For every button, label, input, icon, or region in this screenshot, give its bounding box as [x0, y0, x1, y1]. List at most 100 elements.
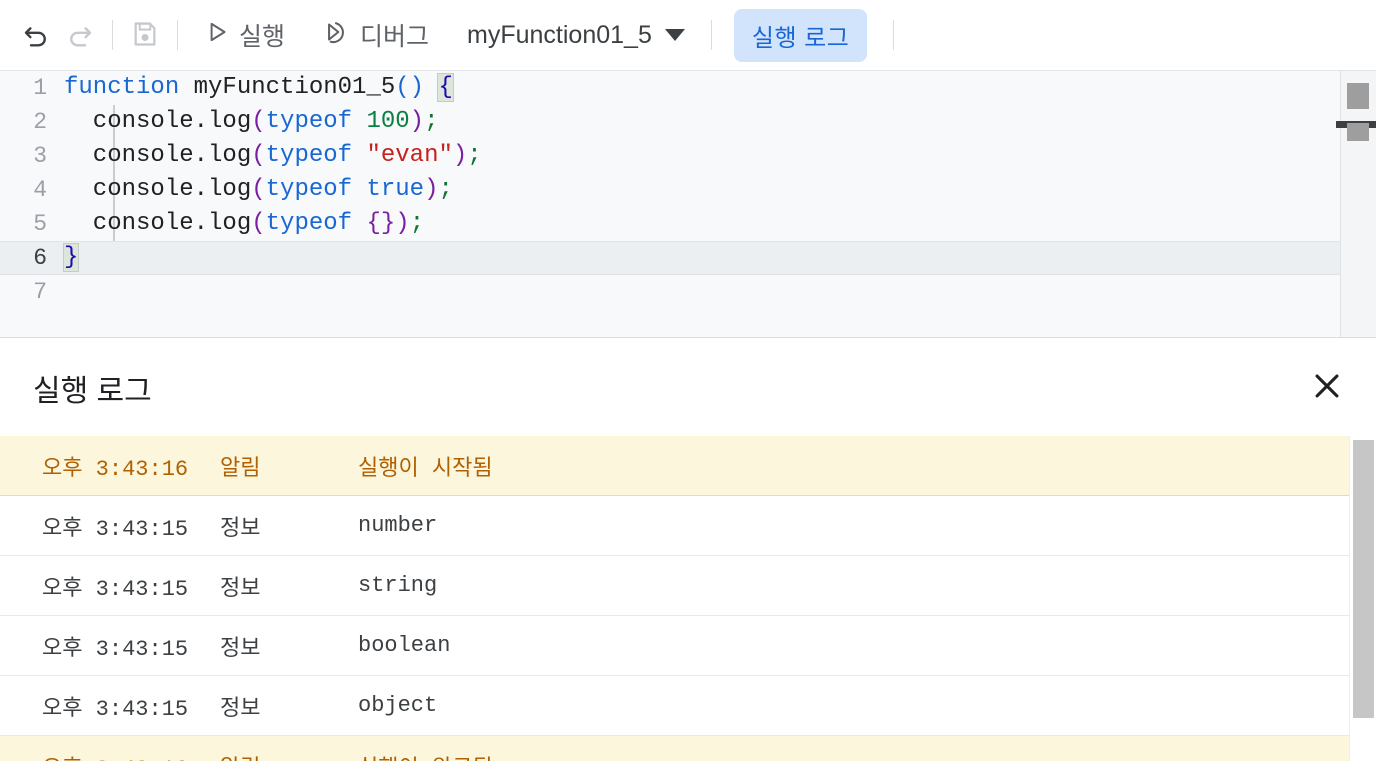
close-icon — [1310, 369, 1344, 406]
redo-icon — [65, 19, 95, 52]
token-boolean: true — [352, 176, 425, 203]
log-level: 정보 — [220, 696, 261, 722]
token-object: console — [64, 142, 194, 169]
token-string: "evan" — [352, 142, 453, 169]
token-close-brace: } — [62, 243, 80, 272]
token-method: .log — [193, 108, 252, 135]
token-typeof: typeof — [265, 176, 353, 203]
line-number: 5 — [33, 211, 47, 237]
save-floppy-icon — [131, 20, 159, 51]
play-icon — [204, 19, 230, 52]
debug-button[interactable]: 디버그 — [313, 11, 437, 60]
token-typeof: typeof — [265, 142, 353, 169]
debug-label: 디버그 — [360, 23, 430, 51]
code-line-2[interactable]: 2 console.log(typeof 100); — [0, 105, 1376, 139]
line-number: 1 — [33, 75, 47, 101]
line-number: 4 — [33, 177, 47, 203]
log-message: 실행이 완료됨 — [358, 750, 493, 761]
log-level: 정보 — [220, 576, 261, 602]
token-semicolon: ; — [409, 210, 425, 237]
token-identifier: myFunction01_5 — [179, 74, 396, 101]
log-timestamp: 오후 3:43:16 — [42, 456, 189, 482]
toolbar-divider-4 — [893, 20, 895, 50]
code-editor[interactable]: 1 function myFunction01_5() { 2 console.… — [0, 71, 1376, 337]
token-open-brace: { — [437, 73, 454, 102]
token-paren-open: ( — [251, 142, 266, 169]
toolbar: 실행 디버그 myFunction01_5 실행 로그 — [0, 0, 1376, 71]
debug-icon — [321, 17, 351, 54]
token-method: .log — [193, 142, 252, 169]
code-line-1[interactable]: 1 function myFunction01_5() { — [0, 71, 1376, 105]
token-typeof: typeof — [265, 210, 353, 237]
close-log-panel-button[interactable] — [1300, 360, 1354, 414]
code-line-7[interactable]: 7 — [0, 275, 1376, 309]
log-timestamp: 오후 3:43:15 — [42, 576, 189, 602]
code-line-4[interactable]: 4 console.log(typeof true); — [0, 173, 1376, 207]
toolbar-divider-1 — [112, 20, 113, 50]
code-line-6-active[interactable]: 6 } — [0, 241, 1376, 275]
line-number: 7 — [33, 279, 47, 305]
toolbar-divider-2 — [177, 20, 178, 50]
function-name-label: myFunction01_5 — [467, 20, 652, 49]
log-message: number — [358, 513, 438, 538]
code-line-text: console.log(typeof {}); — [64, 207, 424, 241]
code-line-text: console.log(typeof "evan"); — [64, 139, 482, 173]
token-semicolon: ; — [467, 142, 482, 169]
execution-log-panel: 실행 로그 오후 3:43:16 알림 실행이 시작됨 오후 3:43:15 정… — [0, 337, 1376, 761]
token-paren-close: ) — [409, 108, 425, 135]
token-paren-close: ) — [424, 176, 439, 203]
log-timestamp: 오후 3:43:15 — [42, 696, 189, 722]
log-row[interactable]: 오후 3:43:15 정보 object — [0, 676, 1349, 736]
undo-icon — [21, 19, 51, 52]
token-object: console — [64, 108, 194, 135]
token-paren-close: ) — [395, 210, 410, 237]
token-object: console — [64, 210, 194, 237]
log-level: 알림 — [220, 456, 261, 482]
token-paren-close: ) — [452, 142, 468, 169]
log-row[interactable]: 오후 3:43:15 정보 boolean — [0, 616, 1349, 676]
log-message: string — [358, 573, 438, 598]
log-row[interactable]: 오후 3:43:16 알림 실행이 완료됨 — [0, 736, 1349, 761]
token-object-literal: {} — [352, 210, 396, 237]
apps-script-editor-window: 실행 디버그 myFunction01_5 실행 로그 1 function m… — [0, 0, 1376, 761]
token-keyword: function — [64, 74, 180, 101]
token-semicolon: ; — [438, 176, 453, 203]
token-paren-open: ( — [251, 176, 266, 203]
log-level: 알림 — [220, 750, 260, 761]
log-message: object — [358, 693, 438, 718]
log-message: 실행이 시작됨 — [358, 456, 493, 482]
token-parens: () — [395, 74, 425, 101]
execution-log-tab[interactable]: 실행 로그 — [733, 8, 868, 62]
run-button[interactable]: 실행 — [196, 11, 293, 59]
log-scrollbar-thumb[interactable] — [1353, 440, 1374, 718]
log-row[interactable]: 오후 3:43:15 정보 string — [0, 556, 1349, 616]
minimap-marker — [1347, 123, 1369, 141]
editor-minimap[interactable] — [1336, 71, 1376, 337]
run-label: 실행 — [239, 23, 286, 51]
redo-button[interactable] — [58, 13, 102, 57]
undo-button[interactable] — [14, 13, 58, 57]
log-timestamp: 오후 3:43:16 — [42, 750, 188, 761]
log-row[interactable]: 오후 3:43:15 정보 number — [0, 496, 1349, 556]
log-level: 정보 — [220, 636, 261, 662]
code-line-text: console.log(typeof true); — [64, 173, 453, 207]
save-button[interactable] — [123, 13, 167, 57]
code-line-text: } — [62, 241, 80, 275]
token-typeof: typeof — [265, 108, 353, 135]
token-number: 100 — [352, 108, 410, 135]
token-object: console — [64, 176, 194, 203]
function-selector[interactable]: myFunction01_5 — [459, 15, 693, 56]
token-semicolon: ; — [424, 108, 439, 135]
log-row[interactable]: 오후 3:43:16 알림 실행이 시작됨 — [0, 436, 1349, 496]
line-number: 6 — [33, 245, 47, 271]
code-line-3[interactable]: 3 console.log(typeof "evan"); — [0, 139, 1376, 173]
code-line-text: function myFunction01_5() { — [64, 71, 454, 105]
token-method: .log — [193, 210, 252, 237]
code-content[interactable]: 1 function myFunction01_5() { 2 console.… — [0, 71, 1376, 309]
line-number: 3 — [33, 143, 47, 169]
log-scrollbar[interactable] — [1349, 436, 1376, 761]
code-line-5[interactable]: 5 console.log(typeof {}); — [0, 207, 1376, 241]
chevron-down-icon — [664, 29, 685, 41]
code-line-text: console.log(typeof 100); — [64, 105, 439, 139]
